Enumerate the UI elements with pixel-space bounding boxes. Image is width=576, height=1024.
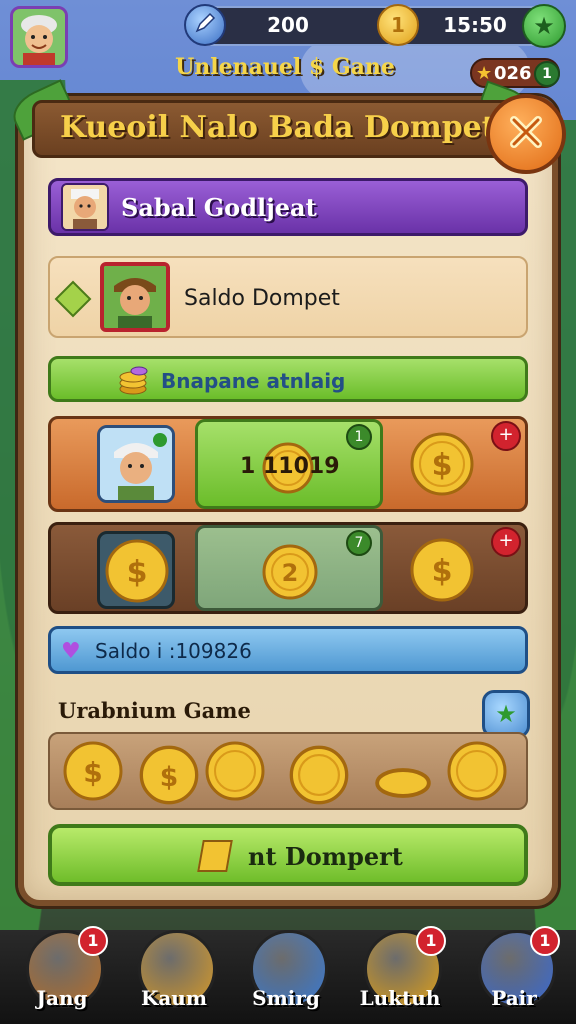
reward-value: 1 11019 <box>240 454 340 479</box>
nav-label: Smirg <box>252 986 320 1010</box>
coin-count: 200 <box>267 13 309 37</box>
saldo-dompet-row[interactable]: Saldo Dompet <box>48 256 528 338</box>
nav-item-luktuh[interactable]: Luktuh 1 <box>360 926 446 1016</box>
svg-text:$: $ <box>83 756 102 789</box>
score-badge: 1 <box>534 61 560 87</box>
profile-row[interactable]: Sabal Godljeat <box>48 178 528 236</box>
add-button[interactable]: + <box>491 421 521 451</box>
coin-stack-icon <box>117 365 149 395</box>
svg-text:$: $ <box>432 554 453 589</box>
nav-label: Luktuh <box>359 986 441 1010</box>
heart-icon: ♥ <box>61 639 81 664</box>
reward-row-2: $ 2 7 $ + <box>48 522 528 614</box>
player-avatar[interactable] <box>10 6 68 68</box>
dollar-coin-icon: $ <box>105 539 169 603</box>
green-row-label: Bnapane atnlaig <box>161 369 346 393</box>
pencil-icon <box>194 12 216 38</box>
saldo-label: Saldo Dompet <box>184 286 340 311</box>
ticket-icon <box>197 840 233 872</box>
dompet-action-button[interactable]: nt Dompert <box>48 824 528 886</box>
nav-item-pair[interactable]: Pair 1 <box>474 926 560 1016</box>
coin-icon[interactable] <box>446 740 508 802</box>
coin-icon[interactable] <box>288 744 350 806</box>
nav-item-jang[interactable]: Jang 1 <box>22 926 108 1016</box>
reward-row-1: 1 11019 1 $ + <box>48 416 528 512</box>
saldo-balance-bar: ♥ Saldo i :109826 <box>48 626 528 674</box>
svg-text:$: $ <box>160 762 178 793</box>
reward-value-cell[interactable]: 1 11019 1 <box>195 419 383 509</box>
action-button-label: nt Dompert <box>248 842 403 871</box>
nav-label: Jang <box>36 986 88 1010</box>
nav-item-smirg[interactable]: Smirg <box>246 930 328 1016</box>
coin-number: 2 <box>282 559 299 587</box>
reward-cell-2[interactable]: 2 7 <box>195 525 383 611</box>
close-icon <box>506 112 546 156</box>
notification-badge: 1 <box>416 926 446 956</box>
svg-text:$: $ <box>432 448 453 483</box>
dollar-coin-icon: $ <box>410 432 474 496</box>
score-pill: ★ 026 1 <box>470 58 560 88</box>
star-icon: ★ <box>495 700 517 728</box>
saldo-balance-text: Saldo i :109826 <box>95 639 252 663</box>
profile-avatar <box>61 183 109 231</box>
close-button[interactable] <box>486 94 566 174</box>
svg-text:$: $ <box>127 555 148 590</box>
nav-label: Pair <box>491 986 537 1010</box>
game-subtitle: Unlenauel $ Gane <box>175 54 395 80</box>
nav-label: Kaum <box>140 986 208 1010</box>
green-info-row[interactable]: Bnapane atnlaig <box>48 356 528 402</box>
coin-collection-row: $ $ <box>48 732 528 810</box>
notification-badge: 1 <box>530 926 560 956</box>
edit-button[interactable] <box>184 4 226 46</box>
panel-title: Kueoil Nalo Bada Dompet <box>60 110 496 145</box>
profile-label: Sabal Godljeat <box>121 193 317 222</box>
coin-icon: 2 <box>262 544 318 600</box>
coin-icon[interactable] <box>204 740 266 802</box>
dollar-coin-icon[interactable]: $ <box>138 744 200 806</box>
nav-item-kaum[interactable]: Kaum <box>134 930 216 1016</box>
coin-icon: 1 <box>377 4 419 46</box>
coin-edge-icon[interactable] <box>372 752 434 814</box>
favorite-button[interactable]: ★ <box>482 690 530 738</box>
dollar-coin-icon: $ <box>410 538 474 602</box>
wallet-avatar <box>100 262 170 332</box>
star-button[interactable]: ★ <box>522 4 566 48</box>
add-button[interactable]: + <box>491 527 521 557</box>
score-value: 026 <box>494 63 532 84</box>
character-portrait[interactable] <box>97 425 175 503</box>
clock-time: 15:50 <box>443 13 507 37</box>
coin-slot-dark[interactable]: $ <box>97 531 175 609</box>
reward-badge: 1 <box>346 424 372 450</box>
notification-badge: 1 <box>78 926 108 956</box>
diamond-icon <box>54 280 92 318</box>
section-title: Urabnium Game <box>58 698 251 723</box>
reward-badge-2: 7 <box>346 530 372 556</box>
star-icon: ★ <box>533 12 555 40</box>
dollar-coin-icon[interactable]: $ <box>62 740 124 802</box>
